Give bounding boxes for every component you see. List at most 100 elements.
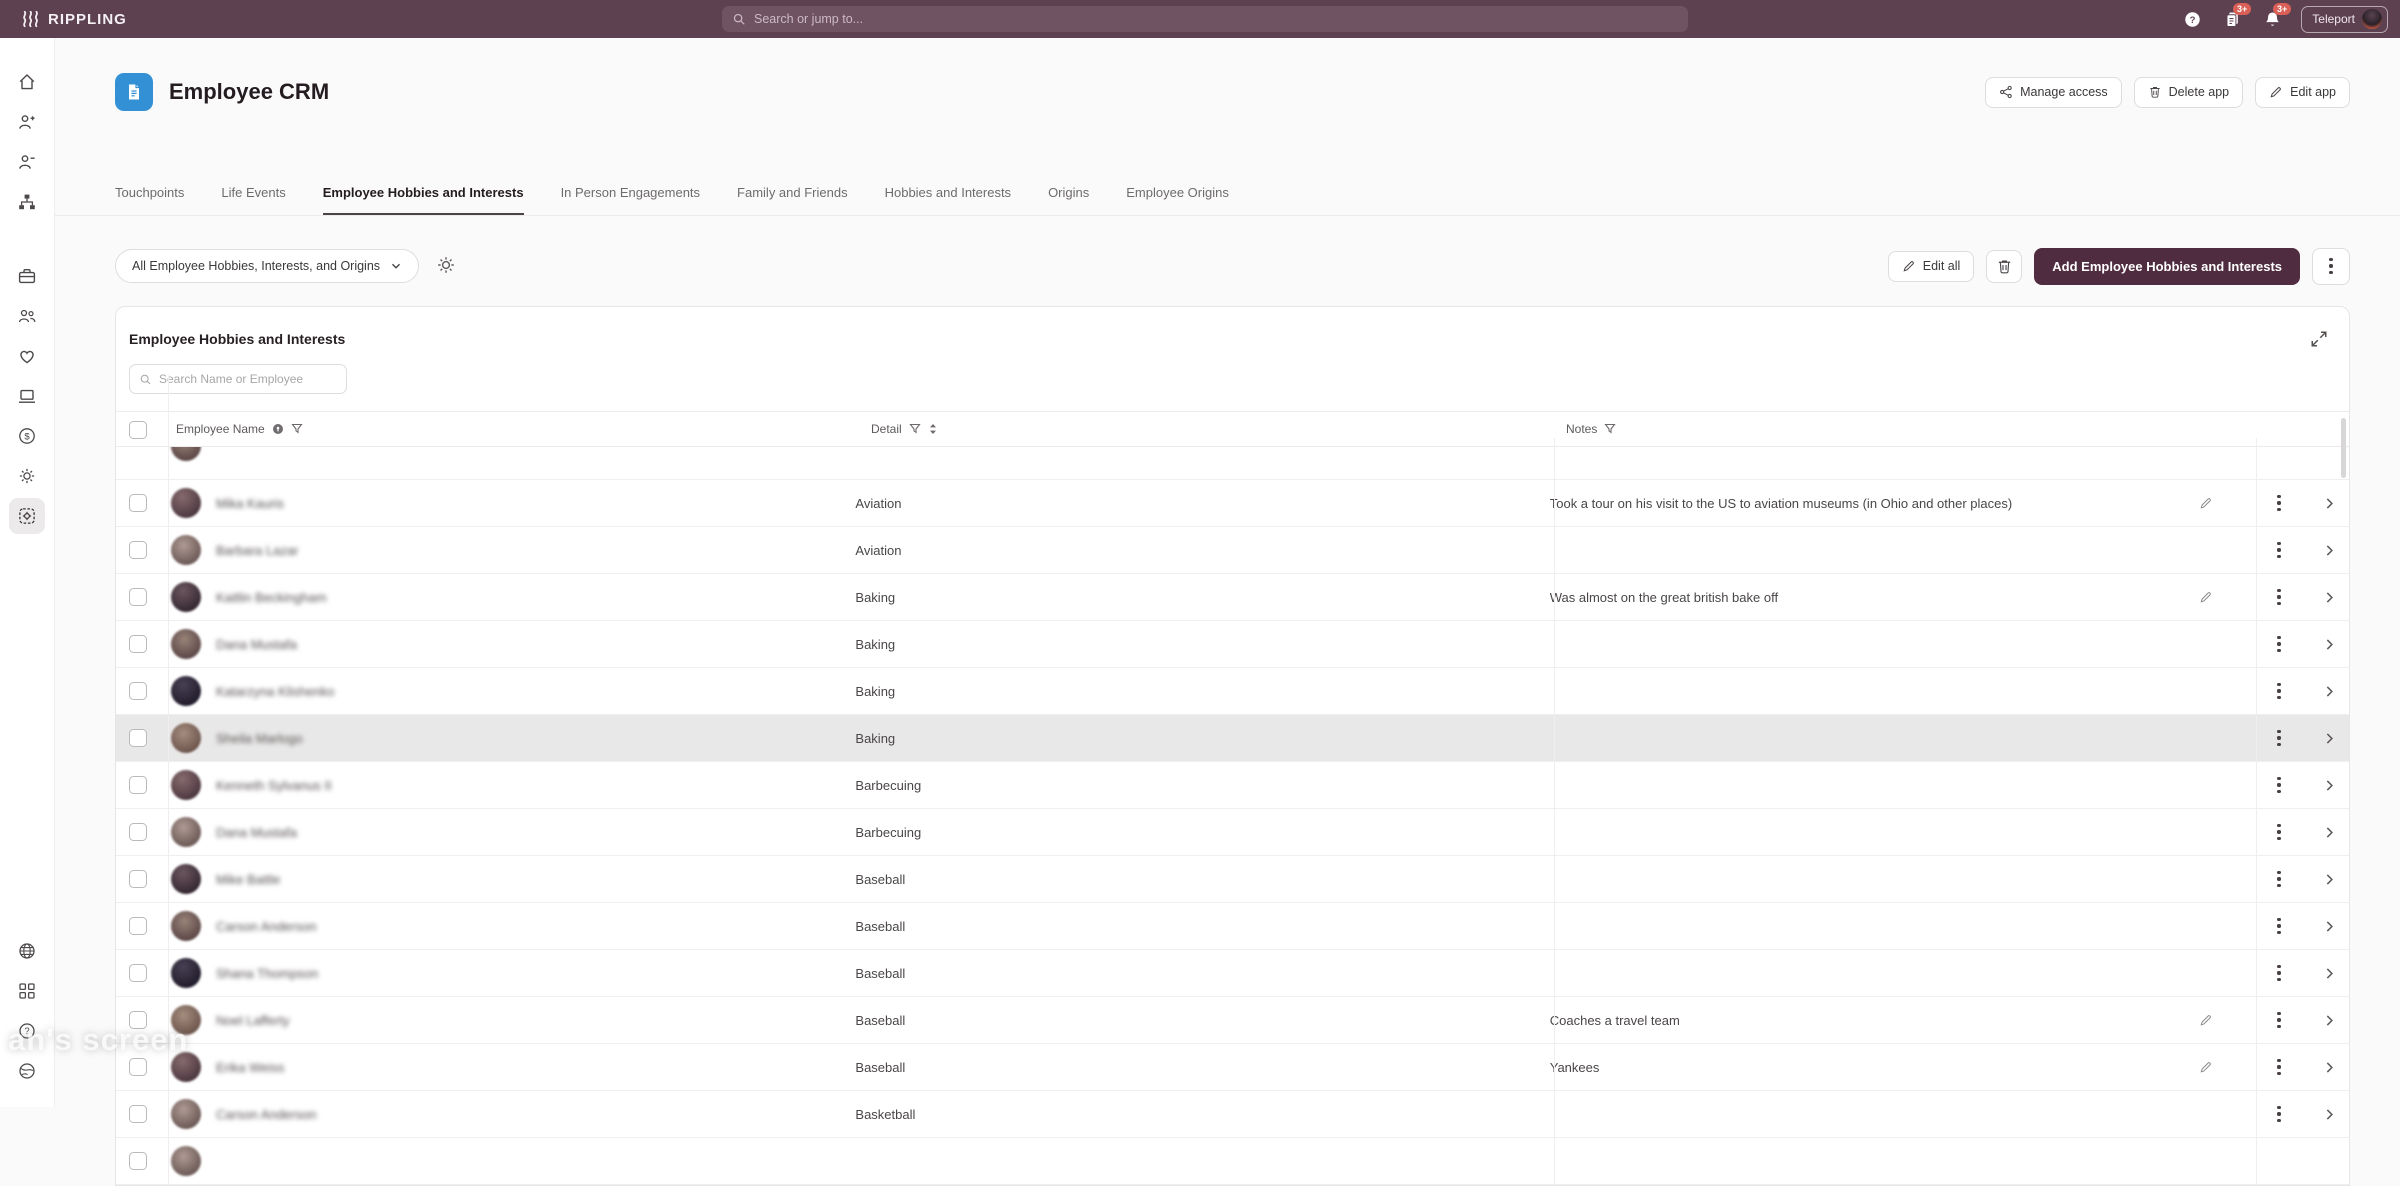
table-row[interactable]: Kaitlin Beckingham Baking Was almost on … xyxy=(116,574,2349,621)
row-chevron-right-icon[interactable] xyxy=(2309,638,2349,651)
row-kebab-menu[interactable] xyxy=(2259,495,2299,512)
row-chevron-right-icon[interactable] xyxy=(2309,779,2349,792)
tab-hobbies-and-interests[interactable]: Hobbies and Interests xyxy=(885,185,1011,215)
row-chevron-right-icon[interactable] xyxy=(2309,920,2349,933)
row-kebab-menu[interactable] xyxy=(2259,777,2299,794)
row-chevron-right-icon[interactable] xyxy=(2309,497,2349,510)
tab-in-person-engagements[interactable]: In Person Engagements xyxy=(561,185,700,215)
row-checkbox[interactable] xyxy=(129,494,147,512)
row-chevron-right-icon[interactable] xyxy=(2309,732,2349,745)
row-checkbox[interactable] xyxy=(129,729,147,747)
row-checkbox[interactable] xyxy=(129,541,147,559)
row-kebab-menu[interactable] xyxy=(2259,965,2299,982)
table-row[interactable]: Dana Mustafa Baking xyxy=(116,621,2349,668)
add-employee-hobbies-button[interactable]: Add Employee Hobbies and Interests xyxy=(2034,248,2300,285)
row-chevron-right-icon[interactable] xyxy=(2309,1108,2349,1121)
sidebar-globe-icon[interactable] xyxy=(9,933,45,969)
sidebar-custom-app-icon[interactable] xyxy=(9,498,45,534)
teleport-button[interactable]: Teleport xyxy=(2301,6,2388,33)
row-checkbox[interactable] xyxy=(129,917,147,935)
row-checkbox[interactable] xyxy=(129,776,147,794)
row-kebab-menu[interactable] xyxy=(2259,824,2299,841)
edit-note-pencil-icon[interactable] xyxy=(2199,1013,2229,1027)
table-row[interactable]: Shana Thompson Baseball xyxy=(116,950,2349,997)
row-checkbox[interactable] xyxy=(129,1011,147,1029)
row-kebab-menu[interactable] xyxy=(2259,1106,2299,1123)
sidebar-dollar-circle-icon[interactable]: $ xyxy=(9,418,45,454)
row-kebab-menu[interactable] xyxy=(2259,683,2299,700)
sidebar-laptop-icon[interactable] xyxy=(9,378,45,414)
row-kebab-menu[interactable] xyxy=(2259,636,2299,653)
row-checkbox[interactable] xyxy=(129,1058,147,1076)
sidebar-user-plus-icon[interactable] xyxy=(9,104,45,140)
table-row[interactable]: Mika Kauris Aviation Took a tour on his … xyxy=(116,480,2349,527)
row-chevron-right-icon[interactable] xyxy=(2309,826,2349,839)
row-checkbox[interactable] xyxy=(129,635,147,653)
table-row[interactable]: Katarzyna Klishenko Baking xyxy=(116,668,2349,715)
tab-origins[interactable]: Origins xyxy=(1048,185,1089,215)
edit-all-button[interactable]: Edit all xyxy=(1888,251,1975,282)
row-chevron-right-icon[interactable] xyxy=(2309,544,2349,557)
tasks-icon[interactable]: 3+ xyxy=(2221,8,2243,30)
row-checkbox[interactable] xyxy=(129,823,147,841)
edit-note-pencil-icon[interactable] xyxy=(2199,496,2229,510)
sidebar-briefcase-icon[interactable] xyxy=(9,258,45,294)
global-search-input[interactable]: Search or jump to... xyxy=(722,6,1688,32)
row-chevron-right-icon[interactable] xyxy=(2309,591,2349,604)
delete-rows-button[interactable] xyxy=(1986,250,2022,283)
row-kebab-menu[interactable] xyxy=(2259,1059,2299,1076)
row-kebab-menu[interactable] xyxy=(2259,1012,2299,1029)
view-settings-gear-icon[interactable] xyxy=(435,254,459,278)
table-row[interactable]: Erika Weiss Baseball Yankees xyxy=(116,1044,2349,1091)
column-notes[interactable]: Notes xyxy=(1566,422,1597,436)
column-detail[interactable]: Detail xyxy=(871,422,902,436)
table-row[interactable]: Mike Battle Baseball xyxy=(116,856,2349,903)
row-kebab-menu[interactable] xyxy=(2259,542,2299,559)
sidebar-heart-icon[interactable] xyxy=(9,338,45,374)
row-checkbox[interactable] xyxy=(129,964,147,982)
row-checkbox[interactable] xyxy=(129,1105,147,1123)
sidebar-gear-icon[interactable] xyxy=(9,458,45,494)
sidebar-home-icon[interactable] xyxy=(9,64,45,100)
edit-note-pencil-icon[interactable] xyxy=(2199,590,2229,604)
row-chevron-right-icon[interactable] xyxy=(2309,1014,2349,1027)
table-row[interactable]: Kenneth Sylvanus II Barbecuing xyxy=(116,762,2349,809)
sidebar-people-icon[interactable] xyxy=(9,298,45,334)
delete-app-button[interactable]: Delete app xyxy=(2134,77,2243,108)
filter-icon[interactable] xyxy=(1604,423,1616,435)
toolbar-kebab-menu[interactable] xyxy=(2312,248,2350,285)
table-search-input[interactable]: Search Name or Employee xyxy=(129,364,347,394)
row-chevron-right-icon[interactable] xyxy=(2309,967,2349,980)
expand-icon[interactable] xyxy=(2309,329,2329,349)
row-checkbox[interactable] xyxy=(129,588,147,606)
row-kebab-menu[interactable] xyxy=(2259,871,2299,888)
tab-family-and-friends[interactable]: Family and Friends xyxy=(737,185,848,215)
row-chevron-right-icon[interactable] xyxy=(2309,873,2349,886)
filter-icon[interactable] xyxy=(291,423,303,435)
table-row[interactable]: Carson Anderson Basketball xyxy=(116,1091,2349,1138)
sidebar-help-circle-icon[interactable]: ? xyxy=(9,1013,45,1049)
row-checkbox[interactable] xyxy=(129,870,147,888)
table-row[interactable]: Barbara Lazar Aviation xyxy=(116,527,2349,574)
tab-life-events[interactable]: Life Events xyxy=(221,185,285,215)
filter-icon[interactable] xyxy=(909,423,921,435)
manage-access-button[interactable]: Manage access xyxy=(1985,77,2122,108)
select-all-checkbox[interactable] xyxy=(129,421,147,439)
sort-icon[interactable] xyxy=(928,423,938,435)
tab-employee-hobbies-and-interests[interactable]: Employee Hobbies and Interests xyxy=(323,185,524,215)
table-row[interactable]: Noel Lafferty Baseball Coaches a travel … xyxy=(116,997,2349,1044)
help-circle-icon[interactable]: ? xyxy=(2181,8,2203,30)
row-chevron-right-icon[interactable] xyxy=(2309,1061,2349,1074)
sidebar-globe-alt-icon[interactable] xyxy=(9,1053,45,1089)
table-row[interactable]: Dana Mustafa Barbecuing xyxy=(116,809,2349,856)
edit-app-button[interactable]: Edit app xyxy=(2255,77,2350,108)
tab-employee-origins[interactable]: Employee Origins xyxy=(1126,185,1229,215)
view-dropdown[interactable]: All Employee Hobbies, Interests, and Ori… xyxy=(115,249,419,283)
bell-icon[interactable]: 3+ xyxy=(2261,8,2283,30)
row-checkbox[interactable] xyxy=(129,682,147,700)
sidebar-apps-grid-icon[interactable] xyxy=(9,973,45,1009)
row-chevron-right-icon[interactable] xyxy=(2309,685,2349,698)
sidebar-org-chart-icon[interactable] xyxy=(9,184,45,220)
tab-touchpoints[interactable]: Touchpoints xyxy=(115,185,184,215)
table-row[interactable]: Carson Anderson Baseball xyxy=(116,903,2349,950)
